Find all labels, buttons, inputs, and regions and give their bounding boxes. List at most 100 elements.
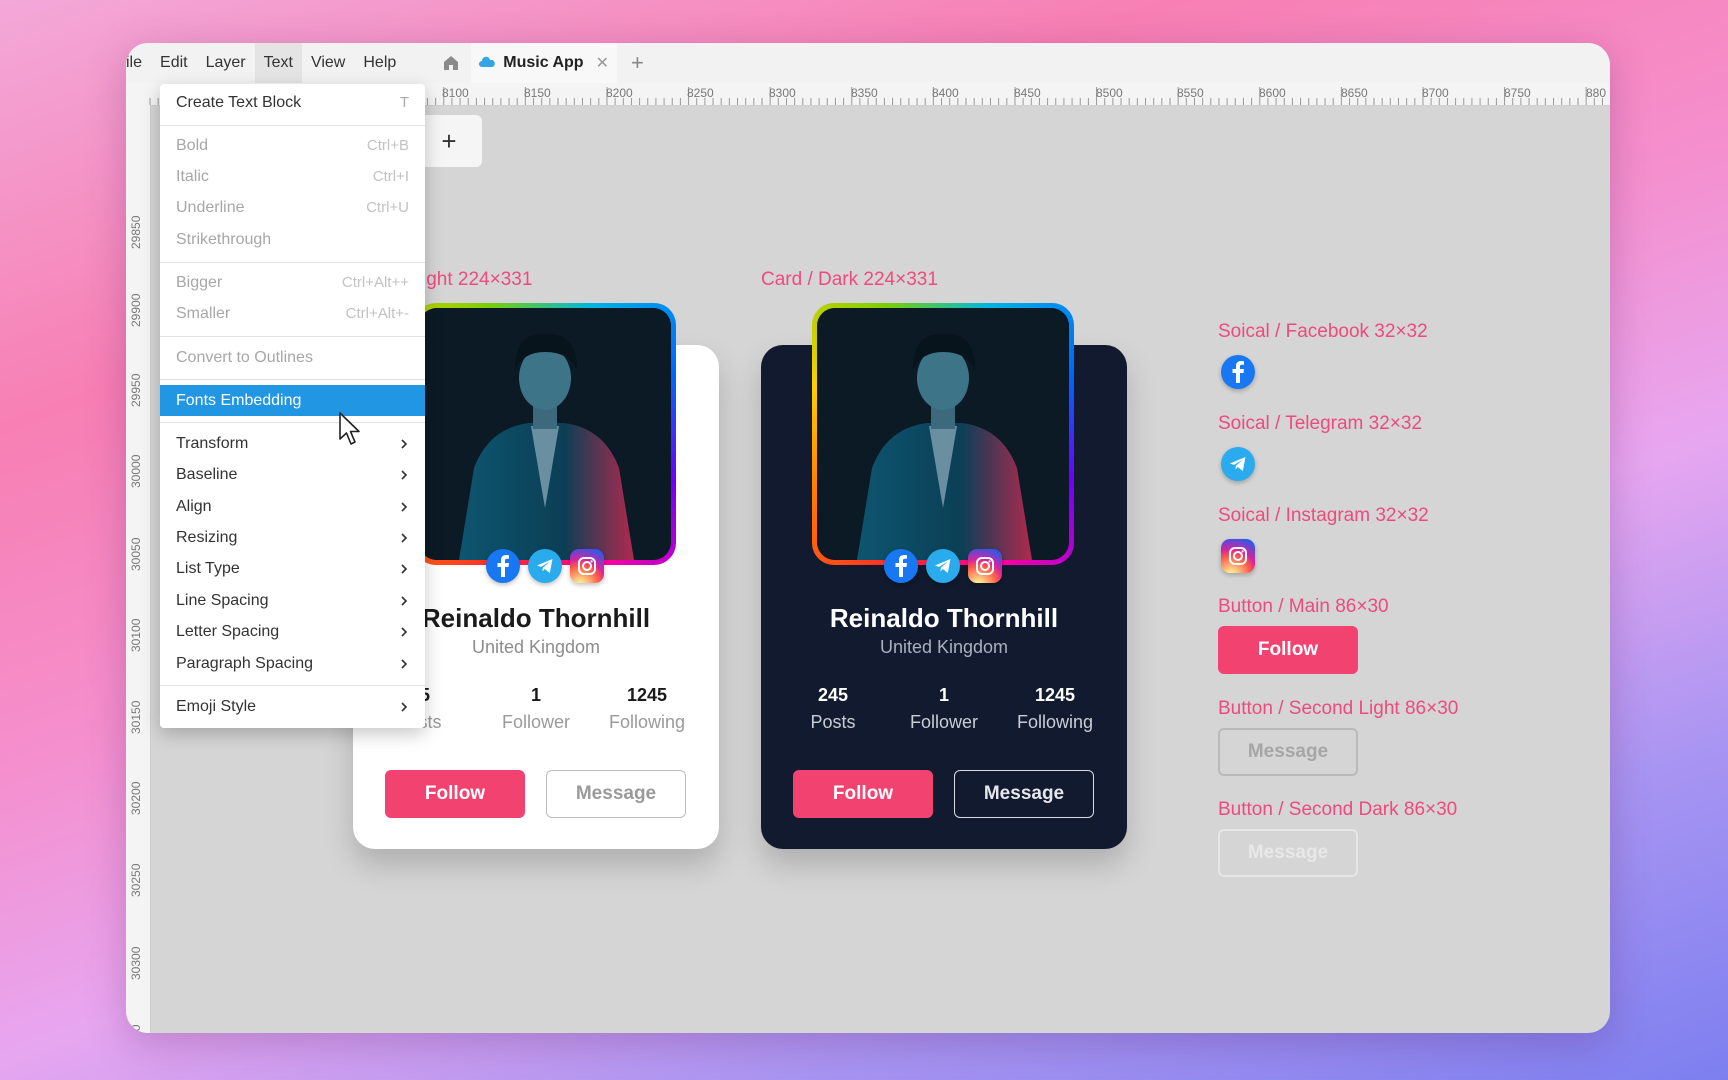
stat-number: 245: [817, 685, 849, 705]
menu-item-shortcut: Ctrl+Alt+-: [345, 305, 409, 322]
component-label-facebook[interactable]: Soical / Facebook 32×32: [1218, 321, 1428, 343]
menu-item-label: Letter Spacing: [176, 622, 280, 640]
chevron-right-icon: [401, 532, 408, 543]
menu-item-baseline[interactable]: Baseline: [160, 459, 425, 490]
menu-item-paragraph-spacing[interactable]: Paragraph Spacing: [160, 648, 425, 679]
facebook-icon[interactable]: [1221, 355, 1255, 389]
ruler-label: 8700: [1422, 86, 1449, 100]
facebook-icon[interactable]: [884, 549, 918, 583]
chevron-right-icon: [401, 469, 408, 480]
menu-item-label: Convert to Outlines: [176, 348, 313, 366]
menu-layer[interactable]: Layer: [197, 43, 255, 83]
message-button[interactable]: Message: [1218, 829, 1358, 877]
menu-item-create-text-block[interactable]: Create Text Block T: [160, 87, 425, 118]
chevron-right-icon: [401, 438, 408, 449]
chevron-right-icon: [401, 563, 408, 574]
component-label-button-second-light[interactable]: Button / Second Light 86×30: [1218, 698, 1458, 720]
tab-music-app[interactable]: Music App ✕: [471, 43, 617, 83]
profile-card-dark[interactable]: Reinaldo Thornhill United Kingdom 245 Po…: [761, 303, 1127, 849]
text-dropdown-menu: Create Text Block T Bold Ctrl+B Italic Ctrl…: [160, 84, 425, 728]
stat-followers: 1 Follower: [486, 685, 586, 733]
menu-item-resizing[interactable]: Resizing: [160, 522, 425, 553]
ruler-label: 8550: [1177, 86, 1204, 100]
telegram-icon[interactable]: [1221, 447, 1255, 481]
profile-photo-frame: [414, 303, 676, 583]
add-icon[interactable]: +: [416, 115, 482, 167]
close-icon[interactable]: ✕: [596, 53, 609, 73]
chevron-right-icon: [401, 626, 408, 637]
instagram-icon[interactable]: [570, 549, 604, 583]
menu-file[interactable]: ile: [126, 43, 151, 83]
menu-item-emoji-style[interactable]: Emoji Style: [160, 691, 425, 722]
menu-item-italic[interactable]: Italic Ctrl+I: [160, 161, 425, 192]
menu-item-transform[interactable]: Transform: [160, 428, 425, 459]
menu-item-strikethrough[interactable]: Strikethrough: [160, 224, 425, 255]
ruler-label: 30200: [129, 781, 143, 815]
menu-item-label: Smaller: [176, 304, 231, 322]
menu-item-list-type[interactable]: List Type: [160, 553, 425, 584]
ruler-label: 8400: [932, 86, 959, 100]
ruler-label: 8750: [1504, 86, 1531, 100]
facebook-icon[interactable]: [486, 549, 520, 583]
ruler-label: 30300: [129, 946, 143, 980]
stat-label: Follower: [501, 712, 571, 732]
new-tab-icon[interactable]: +: [631, 50, 644, 76]
menu-item-label: Resizing: [176, 528, 238, 546]
ruler-label: 8450: [1014, 86, 1041, 100]
ruler-label: 30250: [129, 863, 143, 897]
menu-item-convert-to-outlines[interactable]: Convert to Outlines: [160, 342, 425, 373]
stat-number: 1: [938, 685, 949, 705]
menu-help[interactable]: Help: [354, 43, 405, 83]
menu-edit[interactable]: Edit: [151, 43, 197, 83]
component-label-instagram[interactable]: Soical / Instagram 32×32: [1218, 505, 1429, 527]
follow-button[interactable]: Follow: [385, 770, 525, 818]
menu-item-label: Paragraph Spacing: [176, 654, 313, 672]
profile-photo-frame: [812, 303, 1074, 583]
ruler-label: 880: [1586, 86, 1607, 100]
ruler-label: 8200: [606, 86, 633, 100]
menu-item-underline[interactable]: Underline Ctrl+U: [160, 192, 425, 223]
message-button[interactable]: Message: [954, 770, 1094, 818]
follow-button[interactable]: Follow: [793, 770, 933, 818]
chevron-right-icon: [401, 701, 408, 712]
telegram-icon[interactable]: [926, 549, 960, 583]
ruler-label: 8250: [687, 86, 714, 100]
menu-item-bold[interactable]: Bold Ctrl+B: [160, 130, 425, 161]
component-label-button-main[interactable]: Button / Main 86×30: [1218, 596, 1389, 618]
tab-title: Music App: [503, 54, 584, 71]
menu-item-shortcut: Ctrl+Alt++: [341, 274, 409, 291]
stat-number: 1245: [626, 685, 668, 705]
menu-separator: [160, 379, 425, 380]
message-button[interactable]: Message: [1218, 728, 1358, 776]
component-label-button-second-dark[interactable]: Button / Second Dark 86×30: [1218, 799, 1457, 821]
menu-item-label: Line Spacing: [176, 591, 269, 609]
ruler-left: 29850 29900 29950 30000 30050 30100 3015…: [126, 105, 151, 1033]
component-label-telegram[interactable]: Soical / Telegram 32×32: [1218, 413, 1422, 435]
profile-country: United Kingdom: [879, 637, 1009, 657]
ruler-label: 29950: [129, 373, 143, 407]
menu-item-letter-spacing[interactable]: Letter Spacing: [160, 616, 425, 647]
profile-photo: [419, 308, 671, 560]
menu-item-bigger[interactable]: Bigger Ctrl+Alt++: [160, 267, 425, 298]
stat-following: 1245 Following: [1005, 685, 1105, 733]
frame-label-light[interactable]: ight 224×331: [422, 269, 532, 291]
menu-separator: [160, 685, 425, 686]
menu-item-fonts-embedding[interactable]: Fonts Embedding: [160, 385, 425, 416]
menu-item-smaller[interactable]: Smaller Ctrl+Alt+-: [160, 298, 425, 329]
menu-item-align[interactable]: Align: [160, 491, 425, 522]
ruler-label: 8500: [1096, 86, 1123, 100]
frame-label-dark[interactable]: Card / Dark 224×331: [761, 269, 938, 291]
message-button[interactable]: Message: [546, 770, 686, 818]
instagram-icon[interactable]: [1221, 539, 1255, 573]
stat-label: Follower: [909, 712, 979, 732]
menu-item-label: Emoji Style: [176, 697, 257, 715]
menu-item-label: Align: [176, 497, 212, 515]
menu-item-line-spacing[interactable]: Line Spacing: [160, 585, 425, 616]
menu-view[interactable]: View: [302, 43, 354, 83]
instagram-icon[interactable]: [968, 549, 1002, 583]
telegram-icon[interactable]: [528, 549, 562, 583]
menu-text[interactable]: Text: [254, 43, 302, 83]
follow-button[interactable]: Follow: [1218, 626, 1358, 674]
mouse-cursor-icon: [339, 412, 360, 445]
home-icon[interactable]: [431, 43, 471, 83]
